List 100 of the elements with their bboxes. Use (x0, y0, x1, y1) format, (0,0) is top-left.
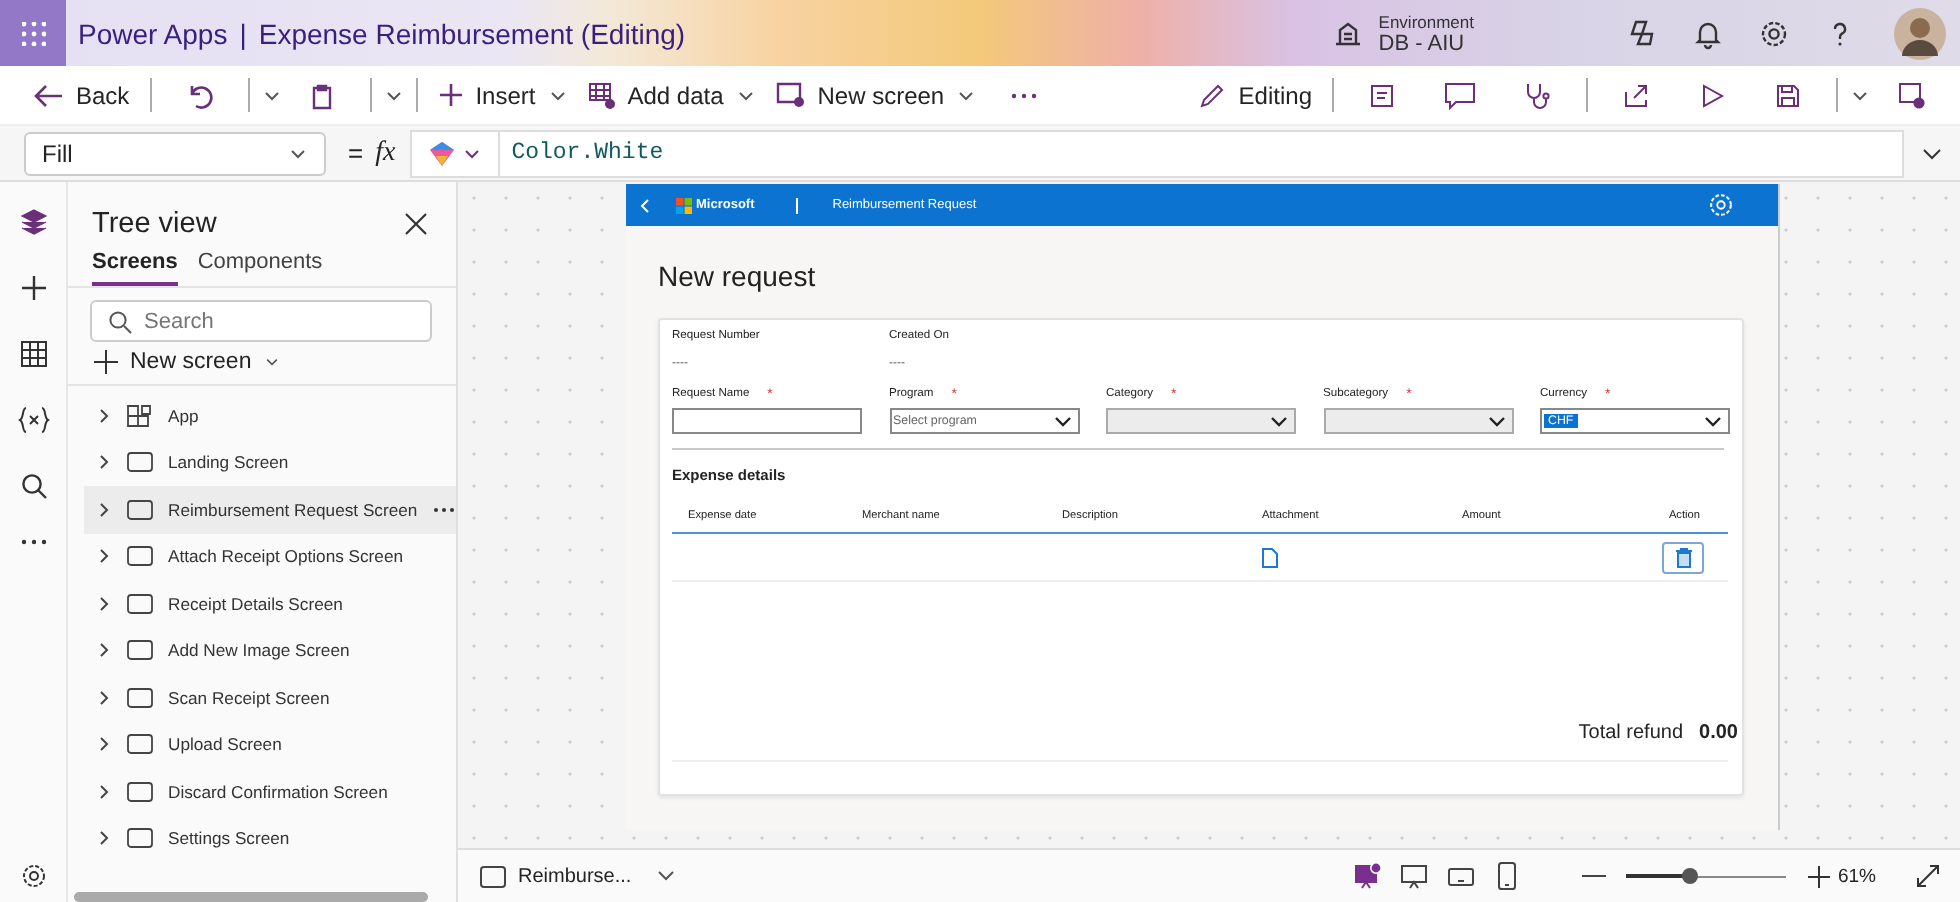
play-icon[interactable] (1698, 81, 1726, 109)
function-label: fx (375, 137, 396, 169)
tree-item[interactable]: Add New Image Screen (84, 627, 456, 674)
monitor-check-icon (1354, 862, 1383, 890)
formula-field[interactable]: Color.White (409, 129, 1904, 177)
zoom-level: 61% (1837, 865, 1876, 887)
building-icon (1334, 19, 1363, 47)
waffle-icon (21, 21, 45, 45)
tablet-icon (1447, 865, 1474, 887)
trash-icon (1675, 547, 1691, 567)
tree-item[interactable]: Attach Receipt Options Screen (84, 533, 456, 580)
zoom-in-icon[interactable] (1807, 865, 1830, 887)
screen-icon (126, 638, 154, 663)
screen-icon (126, 732, 154, 757)
screen-icon (480, 865, 506, 887)
tree-item[interactable]: Reimbursement Request Screen (84, 486, 456, 533)
equals-sign: = (348, 138, 364, 168)
chevron-down-icon (1704, 415, 1722, 427)
new-screen-button[interactable]: New screen (68, 342, 456, 386)
plus-icon (437, 82, 464, 108)
chevron-right-icon[interactable] (96, 783, 112, 800)
insert-button[interactable]: Insert (437, 81, 568, 109)
comment-icon[interactable] (1444, 81, 1476, 109)
tree-item[interactable]: Settings Screen (84, 815, 456, 862)
back-button[interactable]: Back (32, 81, 130, 109)
search-field[interactable]: Search (90, 300, 432, 342)
save-icon[interactable] (1774, 81, 1802, 109)
plus-icon (94, 350, 118, 374)
monitor-icon (1400, 862, 1429, 890)
chevron-down-icon (655, 866, 676, 886)
environment-label: Environment (1378, 11, 1474, 31)
variables-icon[interactable] (17, 406, 49, 434)
tree-item[interactable]: Receipt Details Screen (84, 580, 456, 627)
delete-button[interactable] (1662, 541, 1704, 573)
arrow-left-icon (32, 81, 64, 109)
new-screen-button[interactable]: New screen (775, 81, 977, 109)
share-icon[interactable] (1622, 81, 1650, 109)
screen-icon (126, 497, 154, 522)
property-dropdown[interactable]: Fill (24, 131, 326, 175)
environment-name[interactable]: DB - AIU (1378, 31, 1474, 55)
app-launcher-button[interactable] (0, 0, 66, 66)
document-icon[interactable] (1262, 547, 1278, 567)
screen-icon (126, 685, 154, 710)
settings-icon[interactable] (19, 862, 47, 890)
app-name[interactable]: Power Apps (78, 17, 228, 49)
screen-icon (126, 591, 154, 616)
formula-text: Color.White (511, 140, 664, 166)
more-icon[interactable] (1010, 91, 1039, 99)
tree-item[interactable]: Scan Receipt Screen (84, 674, 456, 721)
chevron-right-icon[interactable] (96, 501, 112, 518)
title-separator: | (239, 17, 247, 49)
tree-item[interactable]: Landing Screen (84, 439, 456, 486)
phone-icon (1497, 862, 1516, 890)
chevron-right-icon[interactable] (96, 595, 112, 612)
notification-icon[interactable] (1692, 17, 1724, 49)
total-label: Total refund (1578, 722, 1684, 744)
chevron-right-icon[interactable] (96, 830, 112, 847)
tree-item[interactable]: Upload Screen (84, 721, 456, 768)
total-value: 0.00 (1699, 722, 1738, 744)
expand-icon[interactable] (1916, 864, 1940, 888)
chevron-right-icon[interactable] (96, 689, 112, 706)
more-icon[interactable] (431, 505, 456, 514)
chevron-right-icon[interactable] (96, 548, 112, 565)
four-squares-logo (676, 197, 692, 213)
more-icon[interactable] (19, 538, 47, 546)
chevron-right-icon[interactable] (96, 642, 112, 659)
add-data-button[interactable]: Add data (587, 81, 756, 109)
close-icon[interactable] (404, 212, 428, 236)
settings-icon[interactable] (1758, 17, 1790, 49)
chevron-right-icon[interactable] (96, 736, 112, 753)
chevron-right-icon[interactable] (96, 407, 112, 424)
zoom-slider[interactable] (1625, 866, 1786, 886)
chevron-down-icon (263, 354, 280, 370)
screen-selector[interactable]: Reimburse... (480, 865, 676, 887)
plus-icon[interactable] (19, 274, 47, 302)
search-icon[interactable] (19, 472, 47, 500)
panel-title: Tree view (92, 208, 217, 240)
chevron-down-icon (1487, 415, 1505, 427)
back-icon[interactable] (638, 197, 650, 213)
chevron-down-icon (1270, 415, 1288, 427)
tab[interactable]: Components (197, 250, 323, 286)
notes-icon[interactable] (1368, 81, 1396, 109)
screen-icon (126, 826, 154, 851)
layers-icon[interactable] (19, 208, 47, 236)
document-title: Expense Reimbursement (Editing) (258, 17, 686, 49)
scrollbar[interactable] (74, 892, 428, 902)
text-input[interactable] (672, 408, 862, 434)
page-heading: New request (658, 260, 818, 292)
app-settings-icon[interactable] (1896, 80, 1926, 110)
paste-icon[interactable] (307, 81, 336, 109)
avatar[interactable] (1894, 7, 1946, 59)
pencil-icon (1198, 81, 1227, 109)
table-icon[interactable] (19, 340, 47, 368)
tree-item[interactable]: Discard Confirmation Screen (84, 768, 456, 815)
tree-item[interactable]: App (84, 392, 456, 439)
editing-mode-button[interactable]: Editing (1198, 81, 1312, 109)
undo-icon[interactable] (185, 81, 214, 109)
stethoscope-icon[interactable] (1524, 81, 1552, 109)
tab[interactable]: Screens (92, 250, 178, 286)
chevron-right-icon[interactable] (96, 454, 112, 471)
